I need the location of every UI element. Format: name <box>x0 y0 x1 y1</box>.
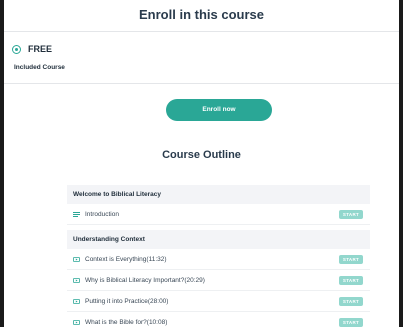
free-option-label[interactable]: FREE <box>28 44 52 54</box>
free-option-radio[interactable] <box>12 45 21 54</box>
lesson-row[interactable]: Why is Biblical Literacy Important?(20:2… <box>67 271 370 291</box>
section-header-welcome: Welcome to Biblical Literacy <box>67 185 370 204</box>
video-icon <box>73 257 80 262</box>
start-button[interactable]: START <box>339 276 363 285</box>
lesson-row[interactable]: Context is Everything(11:32) START <box>67 250 370 270</box>
lesson-title: Why is Biblical Literacy Important?(20:2… <box>85 277 205 284</box>
start-button[interactable]: START <box>339 255 363 264</box>
course-outline-heading: Course Outline <box>162 149 241 161</box>
window-frame-right <box>399 0 403 327</box>
video-icon <box>73 278 80 283</box>
lesson-title: Introduction <box>85 211 119 218</box>
start-button[interactable]: START <box>339 318 363 327</box>
lesson-row[interactable]: Putting it into Practice(28:00) START <box>67 292 370 312</box>
start-button[interactable]: START <box>339 210 363 219</box>
lesson-title: What is the Bible for?(10:08) <box>85 319 168 326</box>
course-outline-list: Welcome to Biblical Literacy Introductio… <box>67 185 370 327</box>
lesson-title: Context is Everything(11:32) <box>85 256 167 263</box>
enroll-heading: Enroll in this course <box>4 0 399 32</box>
text-icon <box>73 212 80 217</box>
lesson-row[interactable]: What is the Bible for?(10:08) START <box>67 313 370 327</box>
enroll-now-button[interactable]: Enroll now <box>166 99 272 121</box>
window-frame-left <box>0 0 4 327</box>
lesson-title: Putting it into Practice(28:00) <box>85 298 169 305</box>
start-button[interactable]: START <box>339 297 363 306</box>
divider <box>4 83 399 84</box>
video-icon <box>73 320 80 325</box>
video-icon <box>73 299 80 304</box>
lesson-row[interactable]: Introduction START <box>67 205 370 225</box>
free-option-sublabel: Included Course <box>14 64 65 71</box>
section-header-understanding-context: Understanding Context <box>67 230 370 249</box>
